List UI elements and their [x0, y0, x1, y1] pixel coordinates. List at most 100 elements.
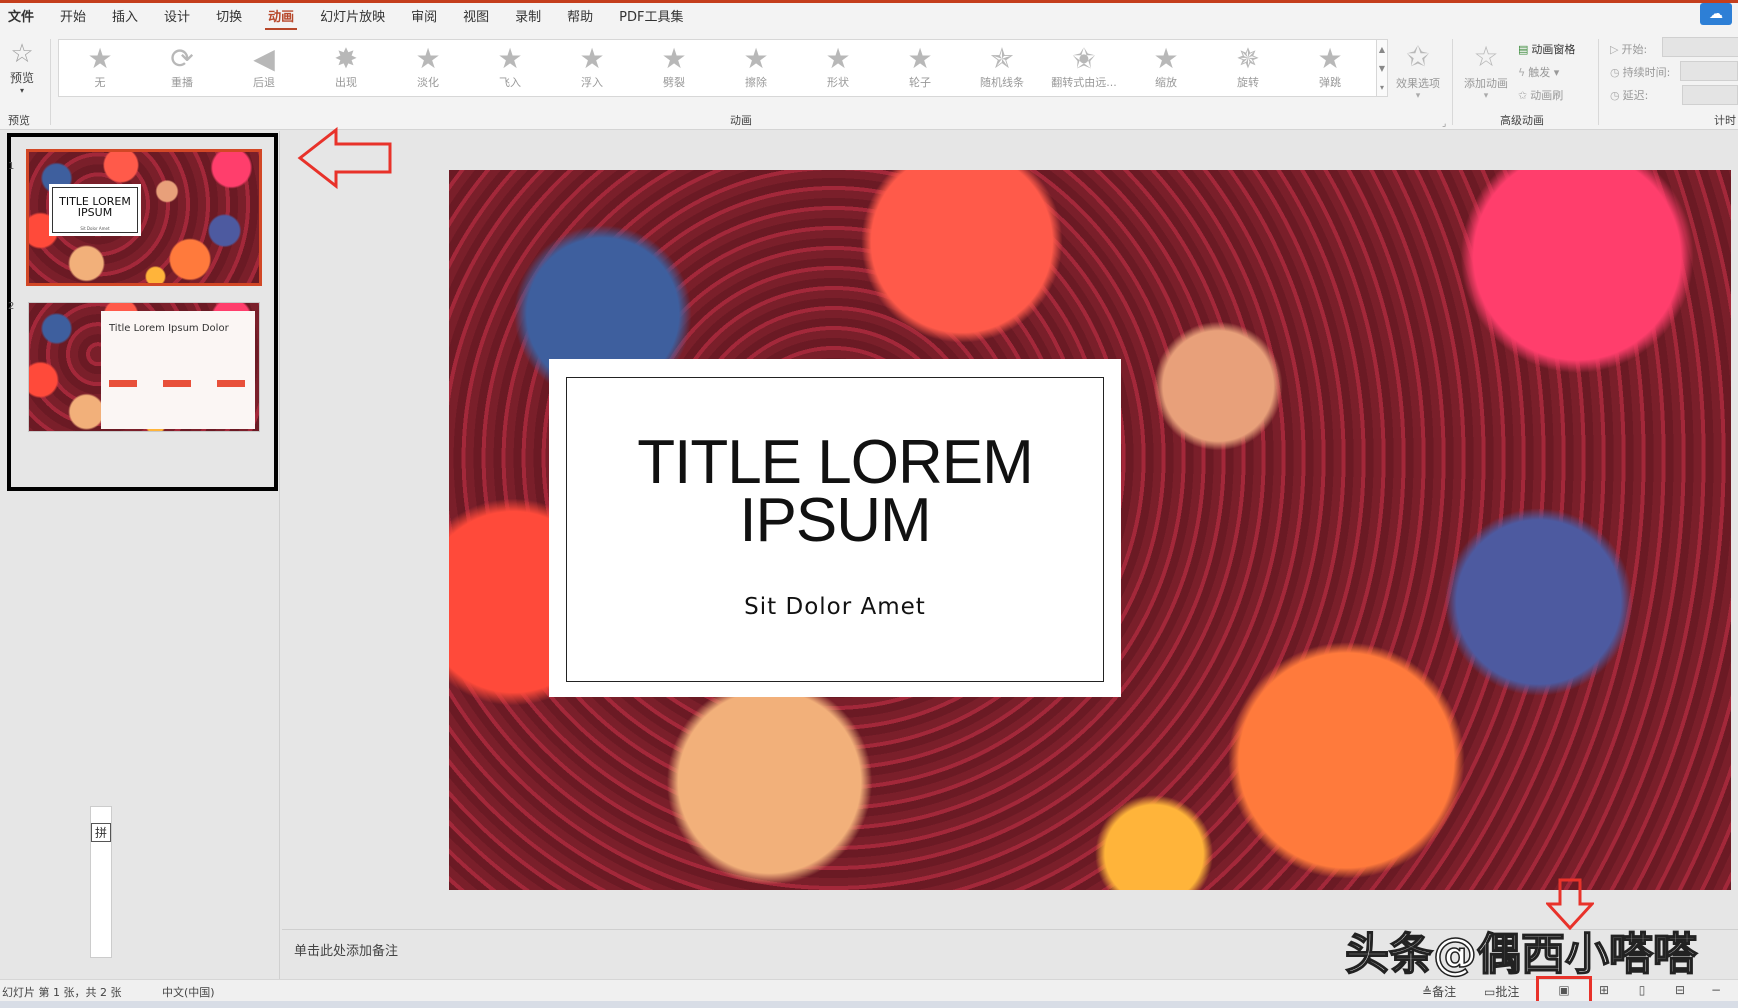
anim-wheel[interactable]: ★ 轮子 — [879, 40, 961, 96]
anim-swivel[interactable]: ✵ 旋转 — [1207, 40, 1289, 96]
divider — [1452, 39, 1453, 125]
annotation-arrow-left-icon — [297, 126, 392, 190]
anim-fade[interactable]: ★ 淡化 — [387, 40, 469, 96]
tab-transitions[interactable]: 切换 — [203, 4, 255, 32]
main-slide[interactable]: TITLE LOREM IPSUM Sit Dolor Amet — [449, 170, 1731, 890]
timeline-step — [163, 379, 191, 387]
anim-appear[interactable]: ✸ 出现 — [305, 40, 387, 96]
anim-float-in[interactable]: ★ 浮入 — [551, 40, 633, 96]
anim-grow-turn[interactable]: ✬ 翻转式由远... — [1043, 40, 1125, 96]
language-indicator[interactable]: 中文(中国) — [162, 984, 215, 1000]
tab-home[interactable]: 开始 — [47, 4, 99, 32]
gallery-scrollbar[interactable]: ▲ ▼ ▾ — [1376, 39, 1388, 97]
star-icon: ★ — [579, 42, 605, 75]
ime-toolbar[interactable]: 拼 — [90, 806, 112, 958]
tab-insert[interactable]: 插入 — [99, 4, 151, 32]
play-icon: ▷ — [1610, 43, 1619, 56]
star-plus-icon: ☆ — [1473, 40, 1499, 73]
reading-view-icon[interactable]: ▯ — [1630, 983, 1654, 999]
anim-split[interactable]: ★ 劈裂 — [633, 40, 715, 96]
tab-record[interactable]: 录制 — [502, 4, 554, 32]
anim-wipe[interactable]: ★ 擦除 — [715, 40, 797, 96]
anim-zoom[interactable]: ★ 缩放 — [1125, 40, 1207, 96]
effect-options-button[interactable]: ✩ 效果选项 ▾ — [1388, 39, 1448, 101]
slideshow-icon[interactable]: ⊟ — [1668, 983, 1692, 999]
timing-start-select[interactable] — [1662, 37, 1738, 57]
timing-delay-label: ◷ 延迟: — [1610, 89, 1649, 102]
anim-shape[interactable]: ★ 形状 — [797, 40, 879, 96]
slide-thumbnail-pane: 1 TITLE LOREM IPSUM Sit Dolor Amet 2 Tit… — [0, 131, 280, 979]
chevron-down-icon: ▾ — [1483, 91, 1489, 101]
group-label-timing: 计时 — [1714, 114, 1736, 127]
star-icon: ★ — [1317, 42, 1343, 75]
tab-view[interactable]: 视图 — [450, 4, 502, 32]
back-icon: ◀ — [253, 42, 275, 75]
chevron-down-icon: ▾ — [19, 86, 24, 95]
anim-fly-in[interactable]: ★ 飞入 — [469, 40, 551, 96]
star-icon: ✵ — [1236, 42, 1260, 75]
anim-none[interactable]: ★ 无 — [59, 40, 141, 96]
timeline-step — [217, 379, 245, 387]
painter-icon: ✩ — [1518, 89, 1528, 102]
anim-bounce[interactable]: ★ 弹跳 — [1289, 40, 1371, 96]
star-icon: ★ — [661, 42, 687, 75]
title-placeholder[interactable]: TITLE LOREM IPSUM Sit Dolor Amet — [566, 377, 1104, 682]
divider — [1598, 39, 1599, 125]
thumb-subtitle: Sit Dolor Amet — [80, 226, 110, 231]
star-icon: ☆ — [10, 39, 34, 69]
timing-start-label: ▷ 开始: — [1610, 43, 1648, 56]
timing-duration-label: ◷ 持续时间: — [1610, 66, 1671, 79]
preview-button[interactable]: ☆ 预览 ▾ — [2, 39, 42, 99]
slide-thumbnail-1[interactable]: TITLE LOREM IPSUM Sit Dolor Amet — [26, 149, 262, 286]
trigger-button[interactable]: ϟ 触发 ▾ — [1518, 64, 1559, 80]
thumb-title: TITLE LOREM IPSUM — [59, 195, 131, 219]
comments-toggle-button[interactable]: ▭批注 — [1484, 983, 1519, 1000]
status-bar: 幻灯片 第 1 张，共 2 张 中文(中国) ≜备注 ▭批注 ▣ ⊞ ▯ ⊟ − — [0, 979, 1738, 1001]
lightning-icon: ϟ — [1518, 66, 1526, 79]
taskbar-strip — [0, 1001, 1738, 1008]
tab-file[interactable]: 文件 — [0, 4, 47, 32]
group-label-advanced: 高级动画 — [1500, 114, 1544, 127]
anim-back[interactable]: ◀ 后退 — [223, 40, 305, 96]
dialog-launcher-icon[interactable]: ⌟ — [1442, 119, 1446, 129]
clock-icon: ◷ — [1610, 66, 1620, 79]
star-icon: ✩ — [1406, 40, 1430, 73]
slide-subtitle: Sit Dolor Amet — [744, 594, 926, 620]
tab-slideshow[interactable]: 幻灯片放映 — [307, 4, 398, 32]
star-icon: ★ — [907, 42, 933, 75]
tab-animations[interactable]: 动画 — [255, 4, 307, 32]
group-label-preview: 预览 — [8, 114, 30, 127]
ribbon: ☆ 预览 ▾ 预览 ★ 无 ⟳ 重播 ◀ 后退 ✸ 出现 ★ 淡化 ★ 飞入 ★ 浮入 ★ 劈裂… — [0, 33, 1738, 130]
slide-thumbnail-2[interactable]: Title Lorem Ipsum Dolor — [28, 302, 260, 432]
timeline-step — [109, 379, 137, 387]
anim-replay[interactable]: ⟳ 重播 — [141, 40, 223, 96]
preview-label: 预览 — [9, 71, 34, 85]
slide-sorter-icon[interactable]: ⊞ — [1592, 983, 1616, 999]
notes-toggle-button[interactable]: ≜备注 — [1422, 983, 1456, 1000]
pane-icon: ▤ — [1518, 43, 1529, 56]
tab-pdf-tools[interactable]: PDF工具集 — [606, 4, 696, 32]
slide-counter: 幻灯片 第 1 张，共 2 张 — [2, 986, 122, 999]
tab-help[interactable]: 帮助 — [554, 4, 606, 32]
divider — [50, 39, 51, 125]
slide-number: 1 — [8, 161, 15, 172]
timing-delay-input[interactable] — [1682, 85, 1738, 105]
thumb-content-card: Title Lorem Ipsum Dolor — [101, 311, 255, 429]
add-animation-button[interactable]: ☆ 添加动画 ▾ — [1456, 39, 1516, 101]
slide-title: TITLE LOREM IPSUM — [637, 428, 1034, 555]
anim-random-bars[interactable]: ✯ 随机线条 — [961, 40, 1043, 96]
star-icon: ✬ — [1072, 42, 1096, 75]
star-icon: ✸ — [334, 42, 358, 75]
tab-review[interactable]: 审阅 — [398, 4, 450, 32]
cloud-icon[interactable]: ☁ — [1700, 3, 1732, 25]
tab-design[interactable]: 设计 — [151, 4, 203, 32]
star-icon: ★ — [415, 42, 441, 75]
comment-icon: ▭ — [1484, 985, 1496, 999]
star-icon: ★ — [743, 42, 769, 75]
animation-painter-button[interactable]: ✩ 动画刷 — [1518, 87, 1563, 103]
timing-duration-input[interactable] — [1680, 61, 1738, 81]
title-card: TITLE LOREM IPSUM Sit Dolor Amet — [549, 359, 1121, 697]
animation-pane-button[interactable]: ▤ 动画窗格 — [1518, 41, 1575, 57]
zoom-out-icon[interactable]: − — [1704, 983, 1728, 999]
animation-gallery: ★ 无 ⟳ 重播 ◀ 后退 ✸ 出现 ★ 淡化 ★ 飞入 ★ 浮入 ★ 劈裂 ★ 擦除 ★ 形状 ★… — [58, 39, 1386, 97]
